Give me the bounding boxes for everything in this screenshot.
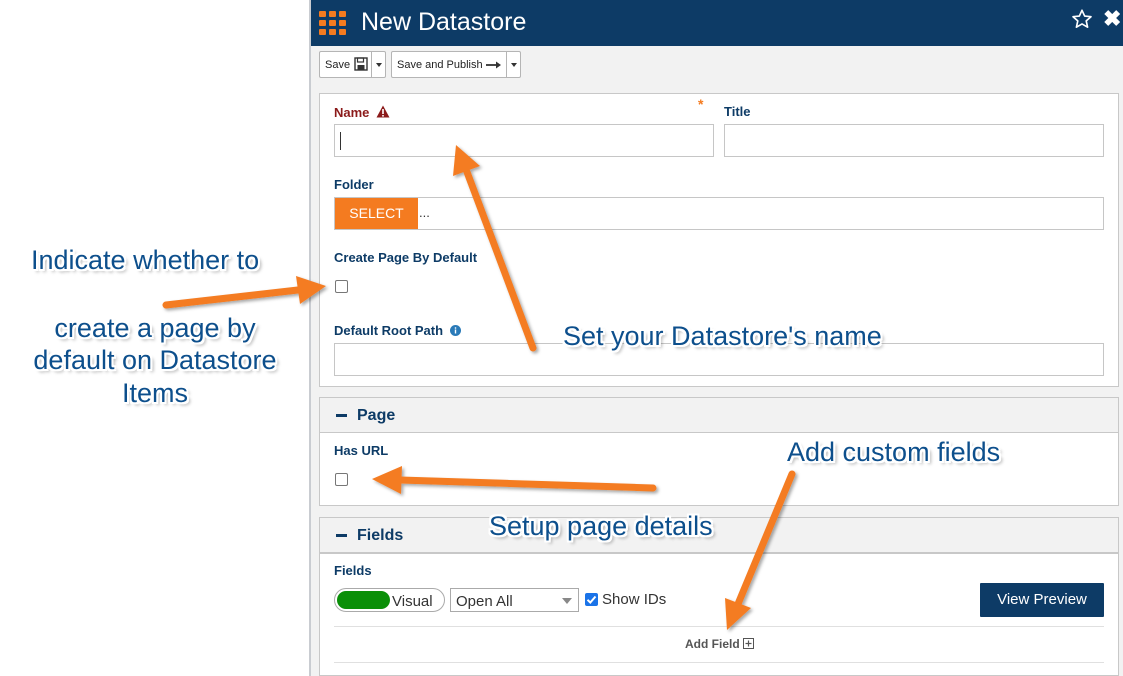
folder-label: Folder	[334, 177, 374, 192]
arrow-right-icon	[486, 61, 501, 69]
info-icon[interactable]	[449, 325, 461, 336]
has-url-checkbox[interactable]	[335, 473, 348, 486]
title-input[interactable]	[724, 124, 1104, 157]
name-label-text: Name	[334, 105, 370, 120]
annotation-custom-fields: Add custom fields	[787, 437, 1001, 467]
create-page-arrow	[162, 286, 302, 309]
folder-select-button[interactable]: SELECT	[335, 198, 418, 229]
fields-section-title: Fields	[357, 527, 404, 544]
folder-field: SELECT ...	[334, 197, 1104, 230]
title-label: Title	[724, 104, 751, 119]
screen: New Datastore ✖ Save Save and Publish Na…	[0, 0, 1123, 676]
close-icon[interactable]: ✖	[1103, 8, 1123, 30]
annotation-create-page-line4: Items	[121, 378, 188, 408]
page-section-header[interactable]: Page	[319, 397, 1119, 433]
name-label: Name	[334, 104, 390, 120]
app-grid-icon[interactable]	[319, 11, 347, 35]
panel-header: New Datastore ✖	[311, 0, 1123, 46]
toggle-label: Visual	[392, 593, 433, 610]
create-page-label: Create Page By Default	[334, 250, 478, 265]
default-root-path-label: Default Root Path	[334, 323, 461, 338]
annotation-name: Set your Datastore's name	[563, 321, 882, 351]
view-preview-button[interactable]: View Preview	[980, 583, 1104, 617]
fields-label: Fields	[334, 563, 372, 578]
name-input[interactable]	[334, 124, 714, 157]
annotation-page-details: Setup page details	[489, 511, 713, 541]
fields-section-header[interactable]: Fields	[319, 517, 1119, 553]
fields-section-body: Fields Visual Open All Show IDs View Pre…	[319, 553, 1119, 676]
publish-dropdown-caret[interactable]	[506, 52, 520, 77]
open-all-select[interactable]: Open All	[450, 588, 579, 612]
visual-toggle[interactable]: Visual	[334, 588, 445, 612]
star-icon[interactable]	[1071, 8, 1093, 30]
toggle-knob	[337, 591, 390, 609]
save-and-publish-button[interactable]: Save and Publish	[391, 51, 521, 78]
warning-icon	[376, 105, 390, 118]
save-label: Save	[325, 58, 351, 71]
plus-box-icon	[743, 638, 755, 649]
save-dropdown-caret[interactable]	[371, 52, 385, 77]
text-cursor	[340, 132, 341, 150]
save-button[interactable]: Save	[319, 51, 386, 78]
chevron-down-icon	[562, 598, 572, 604]
add-field-label: Add Field	[685, 637, 740, 651]
annotation-create-page-line2: create a page by	[54, 313, 256, 343]
floppy-disk-icon	[354, 57, 368, 71]
create-page-checkbox[interactable]	[335, 280, 348, 293]
page-title: New Datastore	[361, 8, 527, 36]
annotation-create-page-line1: Indicate whether to	[31, 245, 260, 275]
page-section-title: Page	[357, 407, 396, 424]
add-field-row: Add Field	[334, 626, 1104, 663]
collapse-minus-icon	[336, 414, 347, 417]
show-ids-label: Show IDs	[602, 591, 667, 608]
default-root-path-text: Default Root Path	[334, 323, 444, 338]
folder-value: ...	[419, 205, 430, 220]
open-all-value: Open All	[456, 593, 513, 610]
show-ids-checkbox[interactable]	[585, 593, 598, 606]
save-and-publish-label: Save and Publish	[397, 58, 483, 71]
has-url-label: Has URL	[334, 443, 389, 458]
annotation-create-page-line3: default on Datastore	[33, 345, 277, 375]
collapse-minus-icon	[336, 534, 347, 537]
add-field-button[interactable]: Add Field	[685, 637, 755, 651]
checkmark-icon	[586, 595, 597, 604]
required-asterisk: *	[698, 96, 704, 112]
